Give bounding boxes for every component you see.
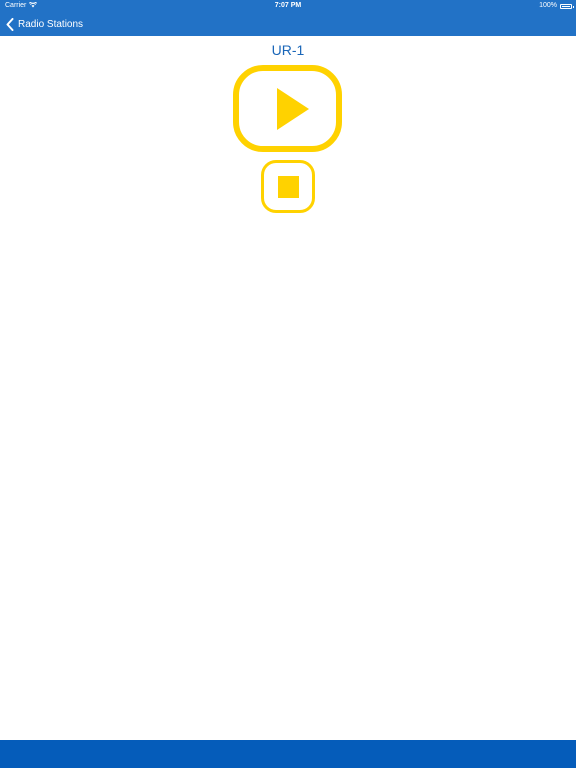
bottom-bar xyxy=(0,740,576,768)
battery-full-icon xyxy=(560,3,574,9)
chevron-left-icon xyxy=(6,17,14,31)
play-icon xyxy=(277,88,309,130)
top-bar: Carrier 7:07 PM 100% Radio Stations xyxy=(0,0,576,36)
station-title: UR-1 xyxy=(271,42,305,58)
stop-button[interactable] xyxy=(261,160,315,213)
status-bar: Carrier 7:07 PM 100% xyxy=(0,0,576,12)
play-button[interactable] xyxy=(233,65,342,152)
battery-info: 100% xyxy=(539,0,574,12)
back-button-label: Radio Stations xyxy=(18,18,84,30)
navigation-bar: Radio Stations xyxy=(0,12,576,36)
status-time: 7:07 PM xyxy=(274,2,302,9)
stop-icon xyxy=(278,176,299,198)
battery-percent: 100% xyxy=(539,2,557,9)
back-button[interactable]: Radio Stations xyxy=(6,15,83,33)
screen: Carrier 7:07 PM 100% Radio Stations UR-1 xyxy=(0,0,576,768)
